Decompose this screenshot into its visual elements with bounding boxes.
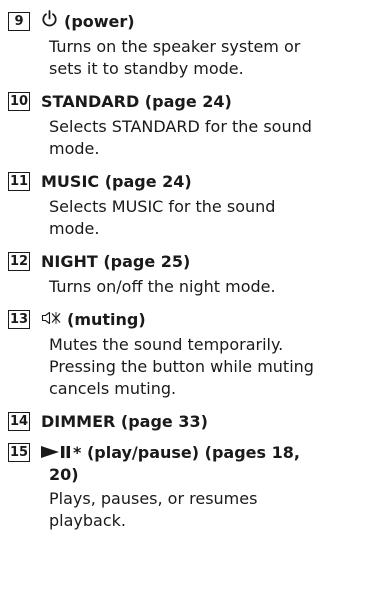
manual-page: 9 (power) Turns on the speaker system or… <box>0 0 372 599</box>
item-description: Turns on/off the night mode. <box>49 277 276 296</box>
item-9-heading: 9 (power) <box>8 6 372 36</box>
item-15-heading: 15 * (play/pause) (pages 18, <box>8 440 372 464</box>
item-number-badge: 10 <box>8 91 30 111</box>
item-13-heading: 13 (muting) <box>8 304 372 334</box>
play-pause-icon <box>41 445 71 459</box>
item-13: 13 (muting) Mutes the sound temporarily.… <box>8 304 372 400</box>
item-number-badge: 15 <box>8 442 30 462</box>
power-icon <box>41 10 58 32</box>
item-title: NIGHT (page 25) <box>41 251 191 271</box>
item-11: 11 MUSIC (page 24) Selects MUSIC for the… <box>8 166 372 240</box>
item-description: Mutes the sound temporarily. Pressing th… <box>49 335 314 398</box>
item-15: 15 * (play/pause) (pages 18, 20) Plays, … <box>8 440 372 532</box>
item-number-badge: 12 <box>8 251 30 271</box>
item-10: 10 STANDARD (page 24) Selects STANDARD f… <box>8 86 372 160</box>
item-12-heading: 12 NIGHT (page 25) <box>8 246 372 276</box>
item-10-heading: 10 STANDARD (page 24) <box>8 86 372 116</box>
item-title: * (play/pause) (pages 18, <box>73 442 300 462</box>
item-9: 9 (power) Turns on the speaker system or… <box>8 6 372 80</box>
item-12: 12 NIGHT (page 25) Turns on/off the nigh… <box>8 246 372 298</box>
item-number-badge: 14 <box>8 411 30 431</box>
muting-icon <box>41 310 61 329</box>
item-title: (power) <box>64 11 135 31</box>
item-number-badge: 9 <box>8 11 30 31</box>
item-title: STANDARD (page 24) <box>41 91 232 111</box>
item-14-heading: 14 DIMMER (page 33) <box>8 406 372 436</box>
item-11-heading: 11 MUSIC (page 24) <box>8 166 372 196</box>
item-description: Selects STANDARD for the sound mode. <box>49 117 312 158</box>
item-description: Turns on the speaker system or sets it t… <box>49 37 301 78</box>
item-number-badge: 13 <box>8 309 30 329</box>
item-title: MUSIC (page 24) <box>41 171 192 191</box>
item-title: (muting) <box>67 309 146 329</box>
item-number-badge: 11 <box>8 171 30 191</box>
item-description: Selects MUSIC for the sound mode. <box>49 197 276 238</box>
item-description: Plays, pauses, or resumes playback. <box>49 489 258 530</box>
item-title-continuation: 20) <box>49 465 79 484</box>
item-title: DIMMER (page 33) <box>41 411 208 431</box>
item-14: 14 DIMMER (page 33) <box>8 406 372 436</box>
